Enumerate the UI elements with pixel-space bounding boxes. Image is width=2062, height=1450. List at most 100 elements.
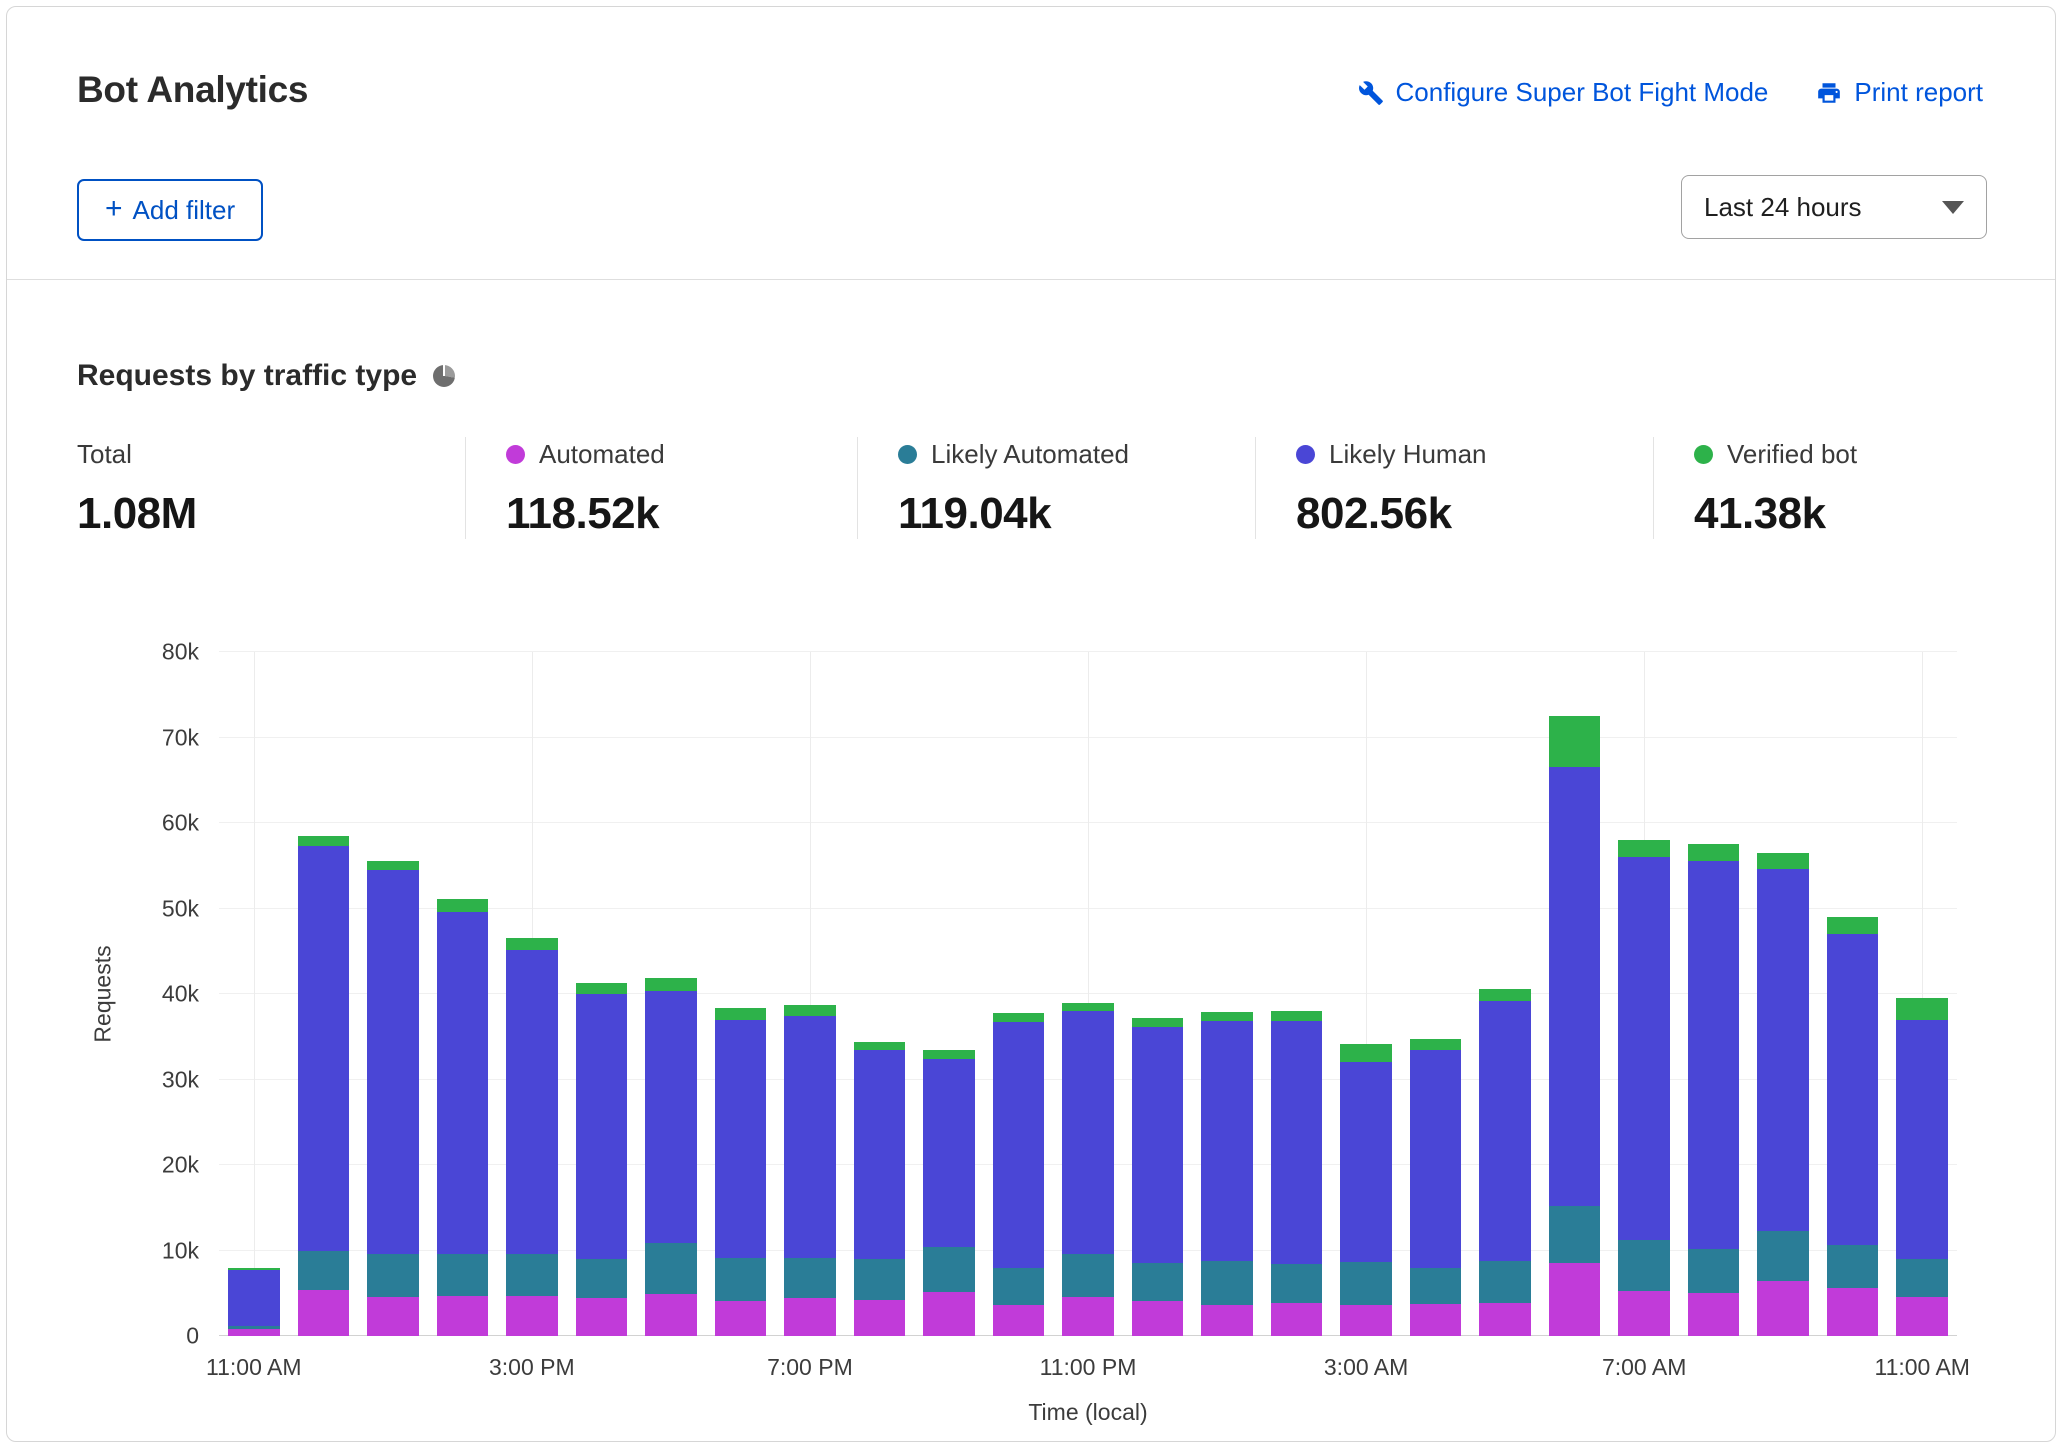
bar-segment-likely-automated [1549,1206,1601,1263]
bar-segment-likely-automated [1757,1231,1809,1281]
stacked-bar [228,652,280,1336]
bar-segment-likely-human [1062,1011,1114,1254]
stat-label: Total [77,439,132,470]
bar-segment-verified-bot [367,861,419,870]
bar-segment-likely-automated [506,1254,558,1296]
printer-icon [1816,80,1842,106]
section-title-row: Requests by traffic type [77,359,455,393]
bar-segment-automated [1618,1291,1670,1336]
bar-segment-likely-human [1201,1021,1253,1260]
stats-row: Total 1.08M Automated 118.52k Likely Aut… [77,437,2002,539]
stat-value: 802.56k [1296,489,1623,539]
bar-segment-verified-bot [1201,1012,1253,1021]
bar-segment-verified-bot [645,978,697,991]
bar-segment-likely-human [993,1022,1045,1267]
bar-segment-verified-bot [1549,716,1601,767]
bar-segment-verified-bot [1896,998,1948,1019]
add-filter-button[interactable]: + Add filter [77,179,263,241]
stacked-bar [923,652,975,1336]
bar-segment-likely-human [923,1059,975,1247]
x-tick-label: 3:00 PM [489,1354,575,1381]
bar-segment-likely-human [1271,1021,1323,1264]
time-range-value: Last 24 hours [1704,192,1862,223]
bar-segment-likely-automated [367,1254,419,1297]
bar-segment-likely-automated [1827,1245,1879,1288]
stat-value: 41.38k [1694,489,1857,539]
stat-value: 1.08M [77,489,435,539]
stacked-bar [645,652,697,1336]
print-report-link[interactable]: Print report [1816,77,1983,108]
bar-segment-automated [1201,1305,1253,1336]
bar-segment-automated [993,1305,1045,1336]
time-range-select[interactable]: Last 24 hours [1681,175,1987,239]
bar-segment-automated [784,1298,836,1336]
stat-label: Likely Human [1329,439,1487,470]
stat-likely-automated: Likely Automated 119.04k [857,437,1255,539]
bar-segment-automated [1062,1297,1114,1336]
bar-segment-automated [437,1296,489,1336]
bar-segment-verified-bot [1062,1003,1114,1012]
stacked-bar [437,652,489,1336]
bar-segment-automated [506,1296,558,1336]
bar-segment-automated [298,1290,350,1336]
y-tick-label: 50k [162,895,199,922]
bar-segment-likely-human [715,1020,767,1259]
bar-segment-automated [1827,1288,1879,1336]
stacked-bar [1549,652,1601,1336]
bar-segment-likely-automated [576,1259,628,1297]
configure-link-label: Configure Super Bot Fight Mode [1396,77,1769,108]
bar-segment-automated [1479,1303,1531,1336]
header-divider [7,279,2055,280]
bar-segment-automated [1688,1293,1740,1336]
bar-segment-likely-human [1549,767,1601,1206]
x-tick-label: 11:00 AM [206,1354,301,1381]
bar-segment-likely-automated [298,1251,350,1290]
bar-segment-verified-bot [1757,853,1809,869]
y-tick-label: 80k [162,639,199,666]
plus-icon: + [105,194,123,224]
bar-segment-likely-human [228,1270,280,1326]
bar-segment-automated [1132,1301,1184,1336]
bar-segment-verified-bot [1271,1011,1323,1021]
bar-segment-likely-human [1340,1062,1392,1262]
bar-segment-likely-automated [1062,1254,1114,1297]
bar-segment-likely-human [298,846,350,1250]
bar-segment-verified-bot [506,938,558,950]
y-tick-label: 60k [162,810,199,837]
bar-segment-likely-automated [993,1268,1045,1306]
configure-super-bot-fight-mode-link[interactable]: Configure Super Bot Fight Mode [1358,77,1769,108]
x-axis-title: Time (local) [1028,1399,1147,1426]
stacked-bar [1757,652,1809,1336]
stacked-bar [854,652,906,1336]
bar-segment-likely-human [1410,1050,1462,1267]
legend-dot-automated [506,445,525,464]
bar-segment-likely-human [1479,1001,1531,1261]
bar-segment-verified-bot [923,1050,975,1059]
bar-segment-verified-bot [298,836,350,846]
stat-label: Verified bot [1727,439,1857,470]
bar-segment-likely-automated [1618,1240,1670,1290]
bar-segment-likely-automated [1896,1259,1948,1297]
bar-segment-likely-human [854,1050,906,1259]
bar-segment-likely-automated [715,1258,767,1301]
bar-segment-likely-human [784,1016,836,1258]
stat-value: 119.04k [898,489,1225,539]
bar-segment-automated [1896,1297,1948,1336]
x-tick-label: 7:00 PM [767,1354,853,1381]
stacked-bar [1132,652,1184,1336]
bar-segment-likely-human [1618,857,1670,1240]
stacked-bar [576,652,628,1336]
bar-segment-verified-bot [1479,989,1531,1001]
stat-automated: Automated 118.52k [465,437,857,539]
bar-segment-likely-human [367,870,419,1254]
y-axis-title: Requests [90,945,117,1042]
stat-likely-human: Likely Human 802.56k [1255,437,1653,539]
y-tick-label: 70k [162,724,199,751]
bar-segment-likely-automated [784,1258,836,1298]
bar-segment-automated [367,1297,419,1336]
bar-segment-automated [1410,1304,1462,1336]
legend-dot-likely-human [1296,445,1315,464]
stacked-bar [1896,652,1948,1336]
bar-segment-automated [1340,1305,1392,1336]
y-tick-label: 10k [162,1237,199,1264]
